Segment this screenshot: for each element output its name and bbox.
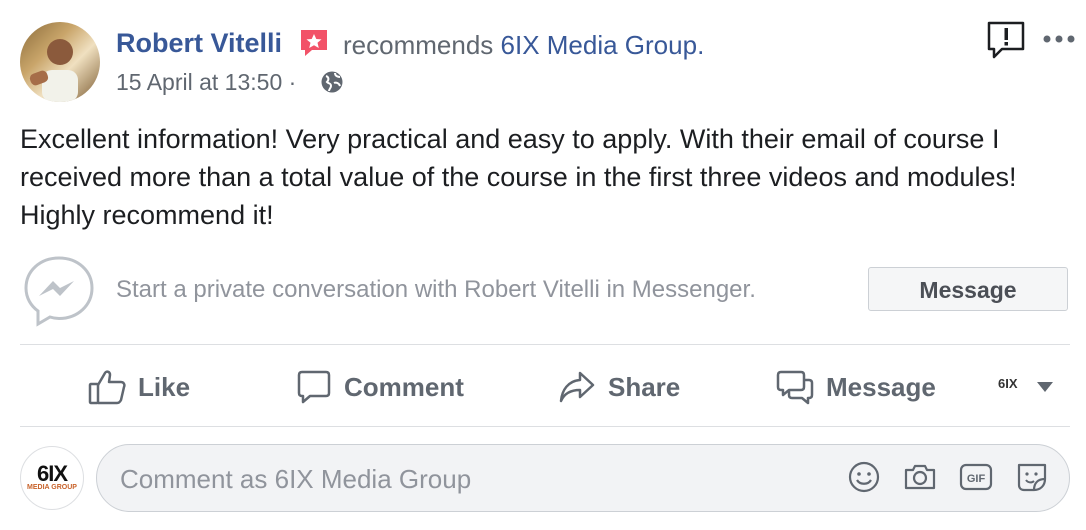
recommendation-line: recommends 6IX Media Group.	[343, 30, 704, 61]
timestamp[interactable]: 15 April at 13:50	[116, 69, 282, 95]
share-button[interactable]: Share	[558, 362, 680, 412]
page-logo-subtext: MEDIA GROUP	[27, 484, 77, 491]
recommends-text: recommends	[343, 30, 494, 60]
message-label: Message	[826, 371, 936, 402]
more-options-icon[interactable]	[1042, 25, 1076, 45]
author-avatar[interactable]	[20, 22, 100, 102]
comment-placeholder: Comment as 6IX Media Group	[120, 464, 472, 494]
sticker-icon[interactable]	[1014, 459, 1050, 495]
thumbs-up-icon	[88, 370, 126, 405]
message-bubbles-icon	[776, 370, 814, 405]
page-logo-text: 6IX	[36, 461, 68, 486]
page-selector-logo[interactable]: 6IX	[998, 376, 1018, 391]
gif-icon[interactable]: GIF	[958, 459, 994, 495]
divider	[20, 344, 1070, 345]
messenger-prompt-text: Start a private conversation with Robert…	[116, 276, 756, 303]
camera-icon[interactable]	[902, 459, 938, 495]
post-body: Excellent information! Very practical an…	[20, 124, 1017, 230]
divider	[20, 426, 1070, 427]
recommendation-badge-icon	[298, 28, 330, 58]
svg-text:GIF: GIF	[967, 473, 986, 485]
comment-label: Comment	[344, 371, 464, 402]
page-link[interactable]: 6IX Media Group.	[501, 30, 705, 60]
post-meta: 15 April at 13:50 ·	[116, 69, 296, 96]
report-icon[interactable]	[986, 20, 1026, 60]
like-label: Like	[138, 371, 191, 402]
chevron-down-icon[interactable]	[1036, 380, 1054, 392]
messenger-icon	[22, 254, 96, 328]
emoji-icon[interactable]	[846, 459, 882, 495]
comment-bubble-icon	[297, 370, 331, 404]
like-button[interactable]: Like	[88, 362, 190, 412]
share-arrow-icon	[559, 371, 595, 403]
send-message-button[interactable]: Message	[776, 362, 936, 412]
meta-separator: ·	[288, 69, 297, 95]
globe-icon[interactable]	[320, 70, 344, 94]
message-button[interactable]: Message	[868, 267, 1068, 311]
author-name[interactable]: Robert Vitelli	[116, 28, 282, 59]
page-avatar[interactable]: 6IX MEDIA GROUP	[20, 446, 84, 510]
comment-button[interactable]: Comment	[296, 362, 464, 412]
share-label: Share	[608, 371, 681, 402]
